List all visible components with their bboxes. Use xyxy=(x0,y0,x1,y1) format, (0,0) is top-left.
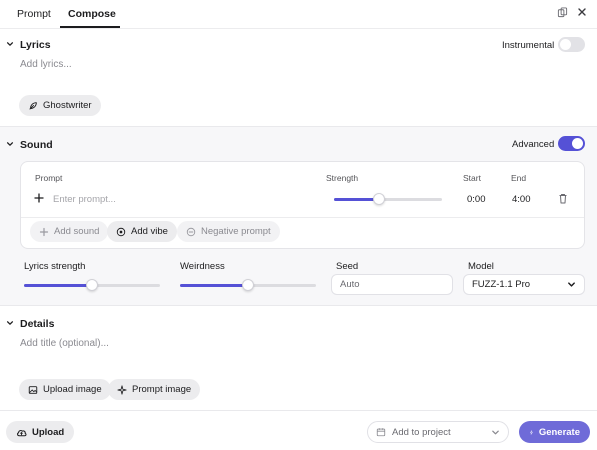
sound-details-divider xyxy=(0,305,597,306)
model-value: FUZZ-1.1 Pro xyxy=(472,279,531,290)
sound-strength-slider[interactable] xyxy=(334,193,442,205)
chevron-down-icon[interactable] xyxy=(6,319,14,327)
strength-column-header: Strength xyxy=(326,173,359,183)
chevron-down-icon xyxy=(568,282,575,287)
negative-prompt-label: Negative prompt xyxy=(201,226,271,237)
generate-label: Generate xyxy=(538,426,580,438)
ghostwriter-button[interactable]: Ghostwriter xyxy=(19,95,101,116)
weirdness-slider[interactable] xyxy=(180,279,316,291)
upload-image-label: Upload image xyxy=(43,384,102,395)
trash-icon[interactable] xyxy=(558,193,568,207)
footer-divider xyxy=(0,410,597,411)
upload-image-button[interactable]: Upload image xyxy=(19,379,111,400)
chevron-down-icon xyxy=(492,430,499,434)
add-sound-button[interactable]: Add sound xyxy=(30,221,109,242)
end-time-input[interactable]: 4:00 xyxy=(512,194,531,205)
instrumental-label: Instrumental xyxy=(502,40,555,51)
negative-prompt-button[interactable]: Negative prompt xyxy=(177,221,280,242)
sound-prompt-input[interactable]: Enter prompt... xyxy=(53,194,116,205)
minus-circle-icon xyxy=(186,227,196,236)
add-vibe-label: Add vibe xyxy=(131,226,168,237)
ghostwriter-label: Ghostwriter xyxy=(43,100,92,111)
details-section-title: Details xyxy=(20,318,55,330)
seed-input[interactable]: Auto xyxy=(331,274,453,295)
lyrics-strength-slider[interactable] xyxy=(24,279,160,291)
prompt-image-button[interactable]: Prompt image xyxy=(108,379,201,400)
model-label: Model xyxy=(468,261,494,272)
chevron-down-icon[interactable] xyxy=(6,40,14,48)
feather-icon xyxy=(29,101,37,110)
card-divider xyxy=(21,217,584,218)
sound-section-title: Sound xyxy=(20,139,53,151)
add-sound-label: Add sound xyxy=(54,226,100,237)
plus-icon xyxy=(39,227,49,236)
calendar-icon xyxy=(376,428,386,437)
title-input[interactable]: Add title (optional)... xyxy=(20,338,109,349)
generate-button[interactable]: Generate xyxy=(519,421,590,443)
add-vibe-button[interactable]: Add vibe xyxy=(107,221,177,242)
tab-prompt[interactable]: Prompt xyxy=(17,8,51,20)
start-column-header: Start xyxy=(463,173,481,183)
tab-compose[interactable]: Compose xyxy=(68,8,116,20)
vibe-icon xyxy=(116,227,126,236)
instrumental-toggle[interactable] xyxy=(558,37,585,52)
copy-icon[interactable] xyxy=(557,7,568,21)
add-to-project-select[interactable]: Add to project xyxy=(367,421,509,443)
end-column-header: End xyxy=(511,173,527,183)
sparkle-icon xyxy=(117,384,127,395)
close-icon[interactable] xyxy=(577,7,587,20)
sound-prompt-card: Prompt Strength Start End Enter prompt..… xyxy=(20,161,585,249)
upload-label: Upload xyxy=(32,426,65,438)
seed-value: Auto xyxy=(340,279,360,290)
plus-icon[interactable] xyxy=(34,193,44,206)
weirdness-label: Weirdness xyxy=(180,261,225,272)
model-select[interactable]: FUZZ-1.1 Pro xyxy=(463,274,585,295)
seed-label: Seed xyxy=(336,261,359,272)
image-icon xyxy=(28,385,38,394)
prompt-image-label: Prompt image xyxy=(132,384,192,395)
chevron-down-icon[interactable] xyxy=(6,140,14,148)
tab-divider xyxy=(0,28,597,29)
lyrics-section-title: Lyrics xyxy=(20,39,51,51)
advanced-label: Advanced xyxy=(512,139,555,150)
start-time-input[interactable]: 0:00 xyxy=(467,194,486,205)
lightning-icon xyxy=(530,429,533,435)
lyrics-strength-label: Lyrics strength xyxy=(24,261,86,272)
lyrics-input[interactable]: Add lyrics... xyxy=(20,59,72,70)
advanced-toggle[interactable] xyxy=(558,136,585,151)
prompt-column-header: Prompt xyxy=(35,173,63,183)
upload-button[interactable]: Upload xyxy=(6,421,75,443)
cloud-upload-icon xyxy=(17,429,27,436)
add-to-project-label: Add to project xyxy=(392,426,451,438)
